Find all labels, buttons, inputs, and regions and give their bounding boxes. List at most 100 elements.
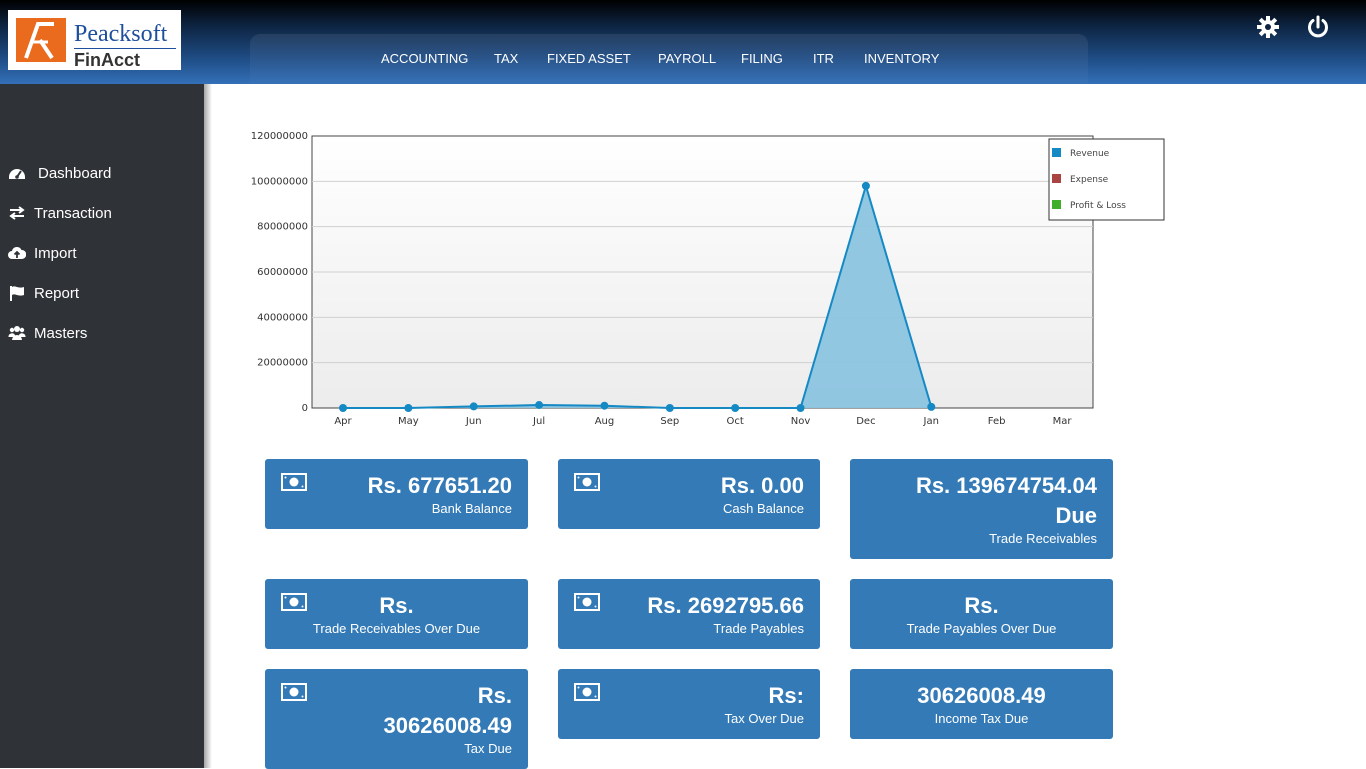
revenue-point bbox=[469, 402, 478, 411]
card-label: Income Tax Due bbox=[934, 711, 1029, 726]
revenue-point bbox=[861, 181, 870, 190]
x-tick-label: Jul bbox=[532, 416, 545, 427]
card-amount: Rs. bbox=[379, 593, 414, 618]
sidebar-item-report[interactable]: Report bbox=[8, 281, 79, 305]
card-amount: 30626008.49 bbox=[917, 683, 1046, 708]
top-header: Peacksoft FinAcct ACCOUNTING TAX FIXED A… bbox=[0, 0, 1366, 84]
card-amount-line1: Rs. bbox=[477, 683, 512, 708]
gear-icon[interactable] bbox=[1256, 15, 1280, 39]
card-tax-over-due[interactable]: Rs: Tax Over Due bbox=[558, 669, 820, 739]
card-label: Trade Receivables Over Due bbox=[312, 621, 481, 636]
sidebar-item-import[interactable]: Import bbox=[8, 241, 77, 265]
logo-mark-icon bbox=[16, 18, 66, 62]
sidebar-item-dashboard[interactable]: Dashboard bbox=[8, 161, 111, 185]
card-amount: Rs: bbox=[768, 683, 804, 708]
card-trade-receivables[interactable]: Rs. 139674754.04 Due Trade Receivables bbox=[850, 459, 1113, 559]
sidebar-item-label: Masters bbox=[34, 324, 88, 342]
nav-fixed-asset[interactable]: FIXED ASSET bbox=[547, 51, 631, 66]
sidebar-item-label: Import bbox=[34, 244, 77, 262]
nav-tax[interactable]: TAX bbox=[494, 51, 518, 66]
sidebar-item-masters[interactable]: Masters bbox=[8, 321, 87, 345]
card-amount: Rs. 30626008.49 bbox=[384, 681, 512, 741]
app-logo[interactable]: Peacksoft FinAcct bbox=[8, 10, 181, 70]
x-tick-label: Nov bbox=[791, 416, 811, 427]
card-income-tax-due[interactable]: 30626008.49 Income Tax Due bbox=[850, 669, 1113, 739]
card-amount: Rs. 2692795.66 bbox=[647, 593, 804, 618]
legend-swatch bbox=[1052, 174, 1061, 183]
money-icon bbox=[281, 683, 307, 701]
money-icon bbox=[574, 473, 600, 491]
chart-canvas: 0 20000000 40000000 60000000 80000000 1000000… bbox=[251, 131, 1165, 427]
y-tick-label: 0 bbox=[302, 403, 308, 414]
dashboard-icon bbox=[9, 169, 25, 179]
x-tick-label: Sep bbox=[660, 416, 679, 427]
card-amount: Rs. 0.00 bbox=[720, 473, 804, 498]
money-icon bbox=[574, 593, 600, 611]
y-tick-label: 60000000 bbox=[257, 267, 308, 278]
x-tick-label: Apr bbox=[334, 416, 352, 427]
money-icon bbox=[281, 473, 307, 491]
legend-swatch bbox=[1052, 200, 1061, 209]
card-trade-payables-over-due[interactable]: Rs. Trade Payables Over Due bbox=[850, 579, 1113, 649]
x-tick-label: May bbox=[398, 416, 419, 427]
x-tick-label: Dec bbox=[856, 416, 875, 427]
card-label: Trade Payables bbox=[713, 621, 804, 636]
legend-label: Profit & Loss bbox=[1070, 201, 1126, 211]
revenue-point bbox=[339, 404, 347, 412]
card-trade-payables[interactable]: Rs. 2692795.66 Trade Payables bbox=[558, 579, 820, 649]
x-tick-label: Oct bbox=[727, 416, 744, 427]
card-amount-line1: Rs. 139674754.04 bbox=[915, 473, 1097, 498]
nav-accounting[interactable]: ACCOUNTING bbox=[381, 51, 468, 66]
nav-filing[interactable]: FILING bbox=[741, 51, 783, 66]
x-tick-label: Jan bbox=[923, 416, 939, 427]
legend-swatch bbox=[1052, 148, 1061, 157]
revenue-point bbox=[927, 402, 936, 411]
revenue-point bbox=[731, 404, 740, 412]
card-label: Trade Payables Over Due bbox=[906, 621, 1057, 636]
revenue-chart: 0 20000000 40000000 60000000 80000000 1000000… bbox=[240, 125, 1180, 435]
card-label: Trade Receivables bbox=[989, 531, 1097, 546]
nav-payroll[interactable]: PAYROLL bbox=[658, 51, 716, 66]
nav-inventory[interactable]: INVENTORY bbox=[864, 51, 939, 66]
revenue-point bbox=[535, 401, 544, 410]
card-label: Bank Balance bbox=[431, 501, 512, 516]
money-icon bbox=[574, 683, 600, 701]
revenue-point bbox=[600, 401, 609, 410]
legend-label: Revenue bbox=[1070, 149, 1110, 159]
card-label: Cash Balance bbox=[723, 501, 804, 516]
exchange-icon bbox=[9, 206, 25, 220]
y-tick-label: 20000000 bbox=[257, 358, 308, 369]
logo-sub-text: FinAcct bbox=[74, 50, 141, 70]
card-bank-balance[interactable]: Rs. 677651.20 Bank Balance bbox=[265, 459, 528, 529]
legend-label: Expense bbox=[1070, 175, 1109, 185]
cloud-upload-icon bbox=[8, 246, 26, 259]
logo-brand-text: Peacksoft bbox=[74, 21, 168, 47]
card-amount-line2: Due bbox=[1055, 503, 1097, 528]
power-icon[interactable] bbox=[1306, 15, 1330, 39]
card-trade-receivables-over-due[interactable]: Rs. Trade Receivables Over Due bbox=[265, 579, 528, 649]
card-cash-balance[interactable]: Rs. 0.00 Cash Balance bbox=[558, 459, 820, 529]
x-tick-label: Mar bbox=[1053, 416, 1073, 427]
revenue-point bbox=[665, 404, 674, 412]
revenue-point bbox=[796, 404, 805, 412]
card-label: Tax Over Due bbox=[724, 711, 804, 726]
flag-icon bbox=[10, 286, 24, 301]
card-amount: Rs. bbox=[964, 593, 999, 618]
x-tick-label: Aug bbox=[595, 416, 615, 427]
x-tick-label: Feb bbox=[988, 416, 1006, 427]
sidebar-item-label: Dashboard bbox=[38, 164, 112, 182]
sidebar-item-transaction[interactable]: Transaction bbox=[8, 201, 112, 225]
y-tick-label: 100000000 bbox=[251, 176, 308, 187]
nav-itr[interactable]: ITR bbox=[813, 51, 834, 66]
users-icon bbox=[8, 326, 26, 340]
card-amount: Rs. 677651.20 bbox=[367, 473, 512, 498]
sidebar-shadow bbox=[204, 84, 212, 768]
card-tax-due[interactable]: Rs. 30626008.49 Tax Due bbox=[265, 669, 528, 769]
revenue-point bbox=[404, 404, 413, 412]
y-tick-label: 120000000 bbox=[251, 131, 308, 142]
sidebar: Dashboard Transaction Import Report Mast… bbox=[0, 84, 204, 768]
sidebar-item-label: Report bbox=[34, 284, 80, 302]
card-label: Tax Due bbox=[464, 741, 512, 756]
x-tick-label: Jun bbox=[465, 416, 482, 427]
card-amount-line2: 30626008.49 bbox=[383, 713, 512, 738]
